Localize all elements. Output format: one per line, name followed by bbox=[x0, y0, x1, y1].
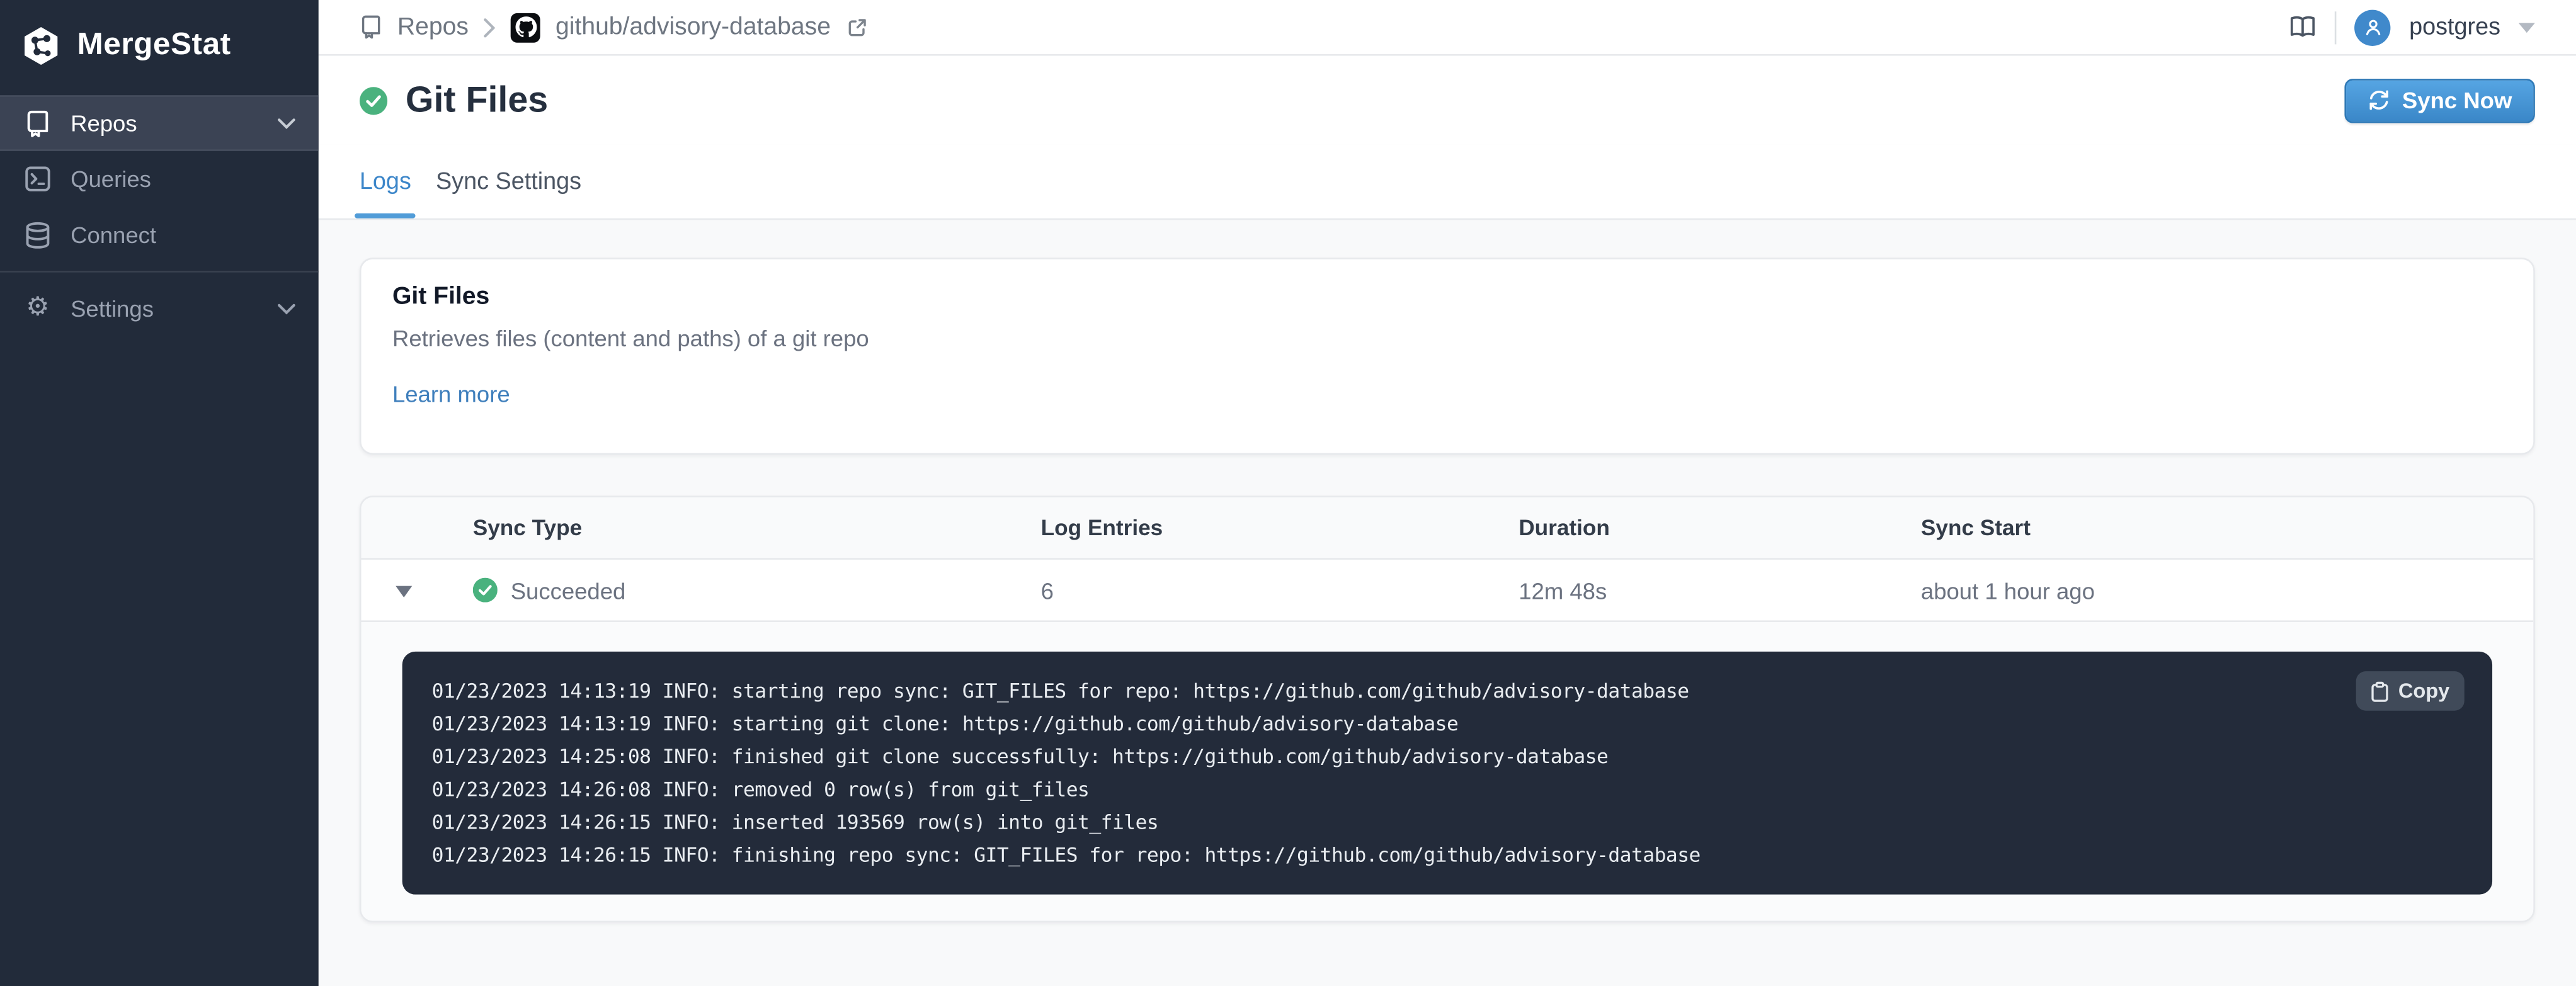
sidebar-item-settings[interactable]: ⚙ Settings bbox=[0, 281, 319, 337]
sidebar-item-label: Settings bbox=[71, 295, 154, 322]
user-menu[interactable]: postgres bbox=[2409, 14, 2500, 40]
github-avatar bbox=[511, 12, 541, 42]
chevron-right-icon bbox=[483, 17, 496, 37]
topbar-right: postgres bbox=[2289, 9, 2535, 45]
sidebar-item-connect[interactable]: Connect bbox=[0, 207, 319, 263]
log-line: 01/23/2023 14:26:15 INFO: inserted 19356… bbox=[431, 810, 1159, 834]
sidebar-divider bbox=[0, 271, 319, 273]
tab-bar: Logs Sync Settings bbox=[318, 144, 2576, 220]
sidebar-item-label: Queries bbox=[71, 166, 151, 192]
repo-icon bbox=[360, 14, 382, 39]
expanded-row: Copy 01/23/2023 14:13:19 INFO: starting … bbox=[361, 621, 2534, 921]
log-line: 01/23/2023 14:13:19 INFO: starting repo … bbox=[431, 679, 1689, 703]
external-link-icon[interactable] bbox=[845, 16, 868, 38]
status-success-icon bbox=[359, 86, 388, 115]
page-title: Git Files bbox=[405, 79, 549, 120]
table-row[interactable]: Succeeded 6 12m 48s about 1 hour ago bbox=[361, 559, 2534, 622]
docs-book-icon[interactable] bbox=[2289, 14, 2317, 39]
mergestat-logo[interactable]: MergeStat bbox=[0, 0, 319, 76]
sidebar-item-label: Connect bbox=[71, 221, 157, 248]
user-avatar[interactable] bbox=[2355, 9, 2391, 45]
chevron-down-icon bbox=[278, 303, 296, 314]
page-head: Git Files Sync Now bbox=[318, 55, 2576, 145]
sidebar-item-repos[interactable]: Repos bbox=[0, 95, 319, 151]
breadcrumb-repo-name[interactable]: github/advisory-database bbox=[556, 13, 831, 41]
status-text: Succeeded bbox=[510, 577, 626, 603]
cell-sync-start: about 1 hour ago bbox=[1920, 577, 2095, 603]
repo-book-icon bbox=[23, 109, 52, 137]
chevron-down-icon bbox=[278, 117, 296, 128]
column-duration: Duration bbox=[1519, 515, 1610, 540]
breadcrumb-repos-link[interactable]: Repos bbox=[397, 13, 469, 41]
sync-type-title: Git Files bbox=[392, 282, 490, 310]
mergestat-logo-icon bbox=[20, 25, 62, 67]
terminal-icon bbox=[23, 166, 52, 192]
topbar-divider bbox=[2335, 10, 2337, 44]
expand-caret-icon[interactable] bbox=[396, 585, 413, 597]
sync-now-button[interactable]: Sync Now bbox=[2344, 77, 2535, 123]
copy-label: Copy bbox=[2398, 679, 2450, 703]
content: Git Files Retrieves files (content and p… bbox=[319, 220, 2576, 922]
log-line: 01/23/2023 14:26:15 INFO: finishing repo… bbox=[431, 843, 1701, 867]
check-circle-icon bbox=[472, 577, 498, 603]
sidebar-item-queries[interactable]: Queries bbox=[0, 151, 319, 207]
sync-icon bbox=[2368, 89, 2390, 111]
sidebar: MergeStat Repos Queries Connect ⚙ Settin… bbox=[0, 0, 319, 986]
log-output-panel: Copy 01/23/2023 14:13:19 INFO: starting … bbox=[402, 651, 2493, 895]
sidebar-item-label: Repos bbox=[71, 110, 137, 137]
log-line: 01/23/2023 14:26:08 INFO: removed 0 row(… bbox=[431, 778, 1090, 802]
sync-info-card: Git Files Retrieves files (content and p… bbox=[359, 258, 2535, 455]
app-window: MergeStat Repos Queries Connect ⚙ Settin… bbox=[0, 0, 2576, 986]
log-line: 01/23/2023 14:13:19 INFO: starting git c… bbox=[431, 712, 1459, 735]
sync-logs-table: Sync Type Log Entries Duration Sync Star… bbox=[359, 496, 2535, 922]
table-header: Sync Type Log Entries Duration Sync Star… bbox=[361, 497, 2534, 560]
breadcrumb: Repos github/advisory-database bbox=[360, 12, 869, 42]
column-log-entries: Log Entries bbox=[1040, 515, 1163, 540]
tab-logs[interactable]: Logs bbox=[355, 169, 417, 218]
brand-name: MergeStat bbox=[77, 28, 231, 63]
sidebar-nav: Repos Queries Connect ⚙ Settings bbox=[0, 95, 319, 336]
sync-now-label: Sync Now bbox=[2402, 87, 2512, 113]
cell-duration: 12m 48s bbox=[1519, 577, 1607, 603]
column-sync-type: Sync Type bbox=[472, 515, 583, 540]
copy-button[interactable]: Copy bbox=[2356, 671, 2465, 711]
topbar: Repos github/advisory-database postgres bbox=[318, 0, 2576, 56]
column-sync-start: Sync Start bbox=[1920, 515, 2031, 540]
database-icon bbox=[23, 221, 52, 249]
log-line: 01/23/2023 14:25:08 INFO: finished git c… bbox=[431, 745, 1609, 768]
tab-sync-settings[interactable]: Sync Settings bbox=[431, 169, 586, 218]
sync-type-description: Retrieves files (content and paths) of a… bbox=[392, 325, 869, 351]
clipboard-icon bbox=[2371, 681, 2389, 702]
main-area: Repos github/advisory-database postgres … bbox=[318, 0, 2576, 986]
gear-icon: ⚙ bbox=[26, 293, 50, 322]
cell-log-entries: 6 bbox=[1040, 577, 1054, 603]
cell-sync-type: Succeeded bbox=[361, 577, 929, 603]
caret-down-icon[interactable] bbox=[2518, 22, 2535, 32]
learn-more-link[interactable]: Learn more bbox=[392, 381, 510, 407]
